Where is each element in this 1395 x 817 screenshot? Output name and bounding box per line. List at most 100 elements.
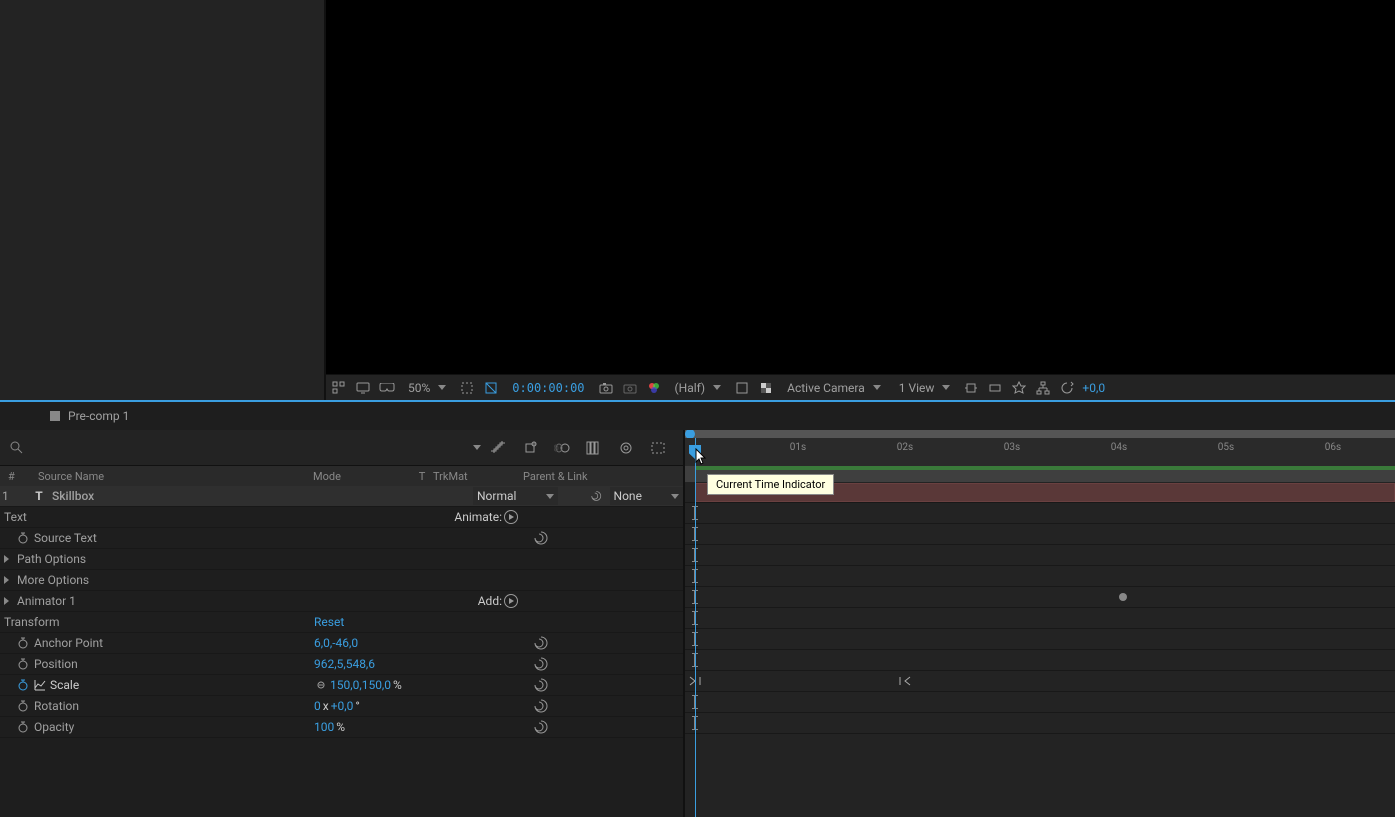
mask-toggle-icon[interactable] [482, 379, 500, 397]
monitor-icon[interactable] [354, 379, 372, 397]
scale-value[interactable]: 150,0,150,0 [330, 678, 391, 692]
track-row [685, 629, 1395, 650]
track-row [685, 545, 1395, 566]
keyframe-ease-icon[interactable] [899, 676, 911, 686]
col-source[interactable]: Source Name [38, 470, 313, 483]
prop-group-text[interactable]: Text Animate: [0, 507, 683, 528]
tooltip: Current Time Indicator [707, 474, 834, 495]
graph-icon[interactable] [34, 679, 46, 691]
goggles-icon[interactable] [378, 379, 396, 397]
stopwatch-icon[interactable] [16, 678, 30, 692]
region-icon[interactable] [458, 379, 476, 397]
viewer-timecode[interactable]: 0:00:00:00 [512, 381, 584, 395]
track-row [685, 650, 1395, 671]
motion-blur-toggle-icon[interactable] [553, 439, 571, 457]
chevron-down-icon [438, 385, 446, 390]
composition-viewer[interactable]: 50% 0:00:00:00 (Half) Active Camera 1 Vi… [326, 0, 1395, 400]
channel-icon[interactable] [645, 379, 663, 397]
layer-row[interactable]: 1 T Skillbox Normal None [0, 486, 683, 507]
flowchart-icon[interactable] [1034, 379, 1052, 397]
views-dropdown[interactable]: 1 View [893, 381, 957, 395]
shy-layer-icon[interactable] [489, 439, 507, 457]
pickwhip-icon[interactable] [591, 489, 602, 503]
timeline-panel: Pre-comp 1 # Source [0, 402, 1395, 817]
viewer-toolbar: 50% 0:00:00:00 (Half) Active Camera 1 Vi… [326, 374, 1395, 400]
stopwatch-icon[interactable] [16, 657, 30, 671]
prop-rotation[interactable]: Rotation 0x+0,0° [0, 696, 683, 717]
search-icon [10, 441, 24, 455]
resolution-value: (Half) [675, 381, 706, 395]
tick-label: 04s [1111, 442, 1127, 453]
reset-exposure-icon[interactable] [1058, 379, 1076, 397]
pickwhip-icon[interactable] [534, 699, 548, 713]
timeline-tab-bar: Pre-comp 1 [0, 402, 1395, 430]
layer-search-input[interactable] [32, 440, 461, 455]
transparency-icon[interactable] [757, 379, 775, 397]
resolution-dropdown[interactable]: (Half) [669, 381, 728, 395]
reset-button[interactable]: Reset [314, 615, 344, 629]
time-panel[interactable]: 01s 02s 03s 04s 05s 06s Current Time Ind… [685, 430, 1395, 817]
show-snapshot-icon[interactable] [621, 379, 639, 397]
stopwatch-icon[interactable] [16, 720, 30, 734]
chevron-down-icon[interactable] [473, 445, 481, 450]
work-area-bar[interactable] [695, 466, 1395, 470]
constrain-icon[interactable] [314, 680, 328, 690]
prop-path-options[interactable]: Path Options [0, 549, 683, 570]
pickwhip-icon[interactable] [534, 657, 548, 671]
prop-group-transform[interactable]: Transform Reset [0, 612, 683, 633]
pickwhip-icon[interactable] [534, 720, 548, 734]
expand-arrow-icon[interactable] [4, 597, 9, 605]
animate-menu-button[interactable] [504, 510, 518, 524]
col-parent: Parent & Link [523, 470, 675, 483]
prop-position[interactable]: Position 962,5,548,6 [0, 654, 683, 675]
add-menu-button[interactable] [504, 594, 518, 608]
position-label: Position [34, 657, 78, 671]
animate-label: Animate: [454, 510, 502, 524]
rotation-turns[interactable]: 0 [314, 699, 321, 713]
tick-label: 01s [790, 442, 806, 453]
opacity-value[interactable]: 100 [314, 720, 334, 734]
expand-arrow-icon[interactable] [4, 555, 9, 563]
camera-dropdown[interactable]: Active Camera [781, 381, 887, 395]
expand-arrow-icon[interactable] [4, 576, 9, 584]
ruler-ticks[interactable]: 01s 02s 03s 04s 05s 06s [685, 438, 1395, 466]
grid-icon[interactable] [330, 379, 348, 397]
fast-preview-icon[interactable] [1010, 379, 1028, 397]
track-row [685, 524, 1395, 545]
opacity-label: Opacity [34, 720, 74, 734]
pixel-ratio-icon[interactable] [986, 379, 1004, 397]
stopwatch-icon[interactable] [16, 531, 30, 545]
pickwhip-icon[interactable] [534, 678, 548, 692]
blend-mode-dropdown[interactable]: Normal [473, 487, 558, 505]
frame-blend-icon[interactable] [733, 379, 751, 397]
col-num: # [8, 470, 38, 483]
render-queue-icon[interactable] [649, 439, 667, 457]
position-value[interactable]: 962,5,548,6 [314, 657, 375, 671]
rotation-value[interactable]: +0,0 [331, 699, 354, 713]
share-view-icon[interactable] [962, 379, 980, 397]
time-navigator[interactable] [685, 430, 1395, 438]
timeline-tab[interactable]: Pre-comp 1 [40, 409, 139, 423]
stopwatch-icon[interactable] [16, 699, 30, 713]
prop-opacity[interactable]: Opacity 100% [0, 717, 683, 738]
pickwhip-icon[interactable] [534, 531, 548, 545]
prop-anchor-point[interactable]: Anchor Point 6,0,-46,0 [0, 633, 683, 654]
frame-blend-toggle-icon[interactable] [521, 439, 539, 457]
time-ruler[interactable]: 01s 02s 03s 04s 05s 06s [685, 430, 1395, 466]
snapshot-icon[interactable] [597, 379, 615, 397]
prop-scale[interactable]: Scale 150,0,150,0% [0, 675, 683, 696]
layer-style-icon[interactable] [617, 439, 635, 457]
prop-source-text[interactable]: Source Text [0, 528, 683, 549]
prop-animator[interactable]: Animator 1 Add: [0, 591, 683, 612]
graph-editor-icon[interactable] [585, 439, 603, 457]
pickwhip-icon[interactable] [534, 636, 548, 650]
zoom-dropdown[interactable]: 50% [402, 381, 452, 395]
exposure-value[interactable]: +0,0 [1082, 381, 1105, 395]
prop-more-options[interactable]: More Options [0, 570, 683, 591]
trkmat-dropdown[interactable]: None [610, 487, 683, 505]
add-label: Add: [478, 594, 502, 608]
anchor-point-value[interactable]: 6,0,-46,0 [314, 636, 358, 650]
stopwatch-icon[interactable] [16, 636, 30, 650]
keyframe-marker[interactable] [1119, 593, 1127, 601]
camera-value: Active Camera [787, 381, 865, 395]
